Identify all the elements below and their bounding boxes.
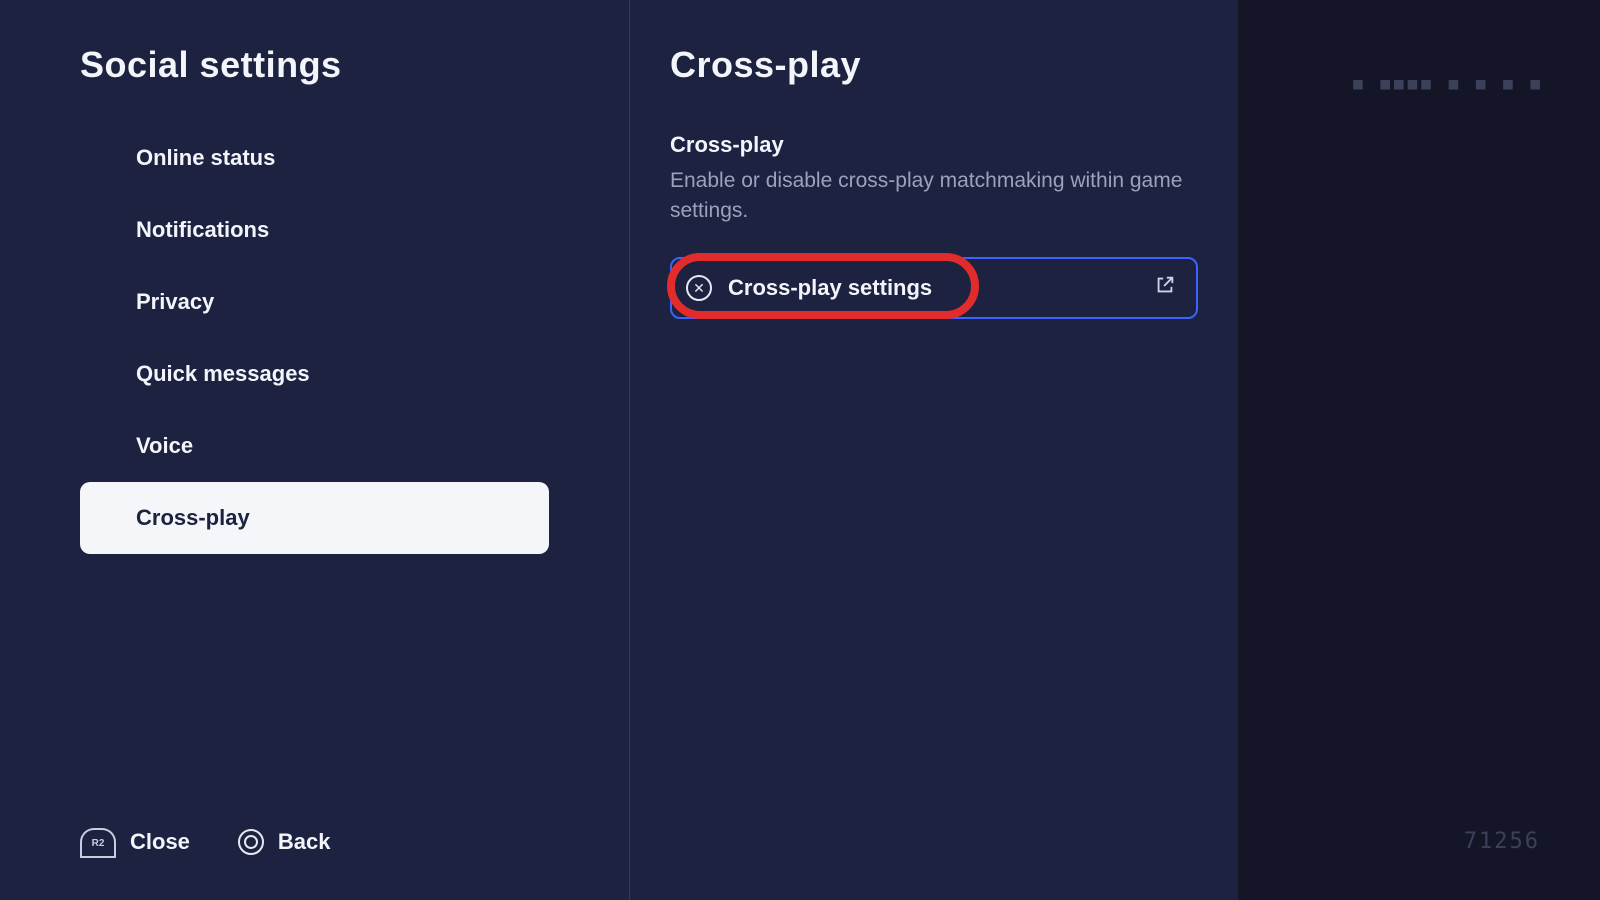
cross-play-settings-button[interactable]: ✕ Cross-play settings [670, 257, 1198, 319]
footer-hints: R2 Close Back [80, 828, 331, 856]
hud-bottom-number: 71256 [1464, 829, 1540, 854]
sidebar-item-label: Privacy [136, 289, 214, 315]
x-circle-icon: ✕ [686, 275, 712, 301]
sidebar: Social settings Online status Notificati… [0, 0, 630, 900]
back-button[interactable]: Back [238, 829, 331, 855]
sidebar-item-voice[interactable]: Voice [80, 410, 549, 482]
background-right: ■ ■■■■ ■ ■ ■ ■ 71256 [1238, 0, 1600, 900]
content-pane: Cross-play Cross-play Enable or disable … [630, 0, 1238, 900]
settings-panel: Social settings Online status Notificati… [0, 0, 1238, 900]
sidebar-item-label: Quick messages [136, 361, 310, 387]
sidebar-item-online-status[interactable]: Online status [80, 122, 549, 194]
external-link-icon [1154, 274, 1176, 301]
action-label: Cross-play settings [728, 275, 932, 301]
r2-badge-icon: R2 [80, 828, 116, 856]
sidebar-item-quick-messages[interactable]: Quick messages [80, 338, 549, 410]
sidebar-item-label: Online status [136, 145, 275, 171]
page-title: Social settings [80, 44, 549, 86]
section-heading: Cross-play [670, 132, 1198, 158]
back-label: Back [278, 829, 331, 855]
sidebar-item-privacy[interactable]: Privacy [80, 266, 549, 338]
sidebar-item-notifications[interactable]: Notifications [80, 194, 549, 266]
sidebar-item-label: Cross-play [136, 505, 250, 531]
circle-icon [238, 829, 264, 855]
sidebar-nav: Online status Notifications Privacy Quic… [80, 122, 549, 554]
close-button[interactable]: R2 Close [80, 828, 190, 856]
section-description: Enable or disable cross-play matchmaking… [670, 166, 1190, 227]
content-title: Cross-play [670, 44, 1198, 86]
close-label: Close [130, 829, 190, 855]
sidebar-item-label: Voice [136, 433, 193, 459]
action-left: ✕ Cross-play settings [686, 275, 932, 301]
sidebar-item-cross-play[interactable]: Cross-play [80, 482, 549, 554]
sidebar-item-label: Notifications [136, 217, 269, 243]
hud-top-text: ■ ■■■■ ■ ■ ■ ■ [1353, 74, 1544, 93]
